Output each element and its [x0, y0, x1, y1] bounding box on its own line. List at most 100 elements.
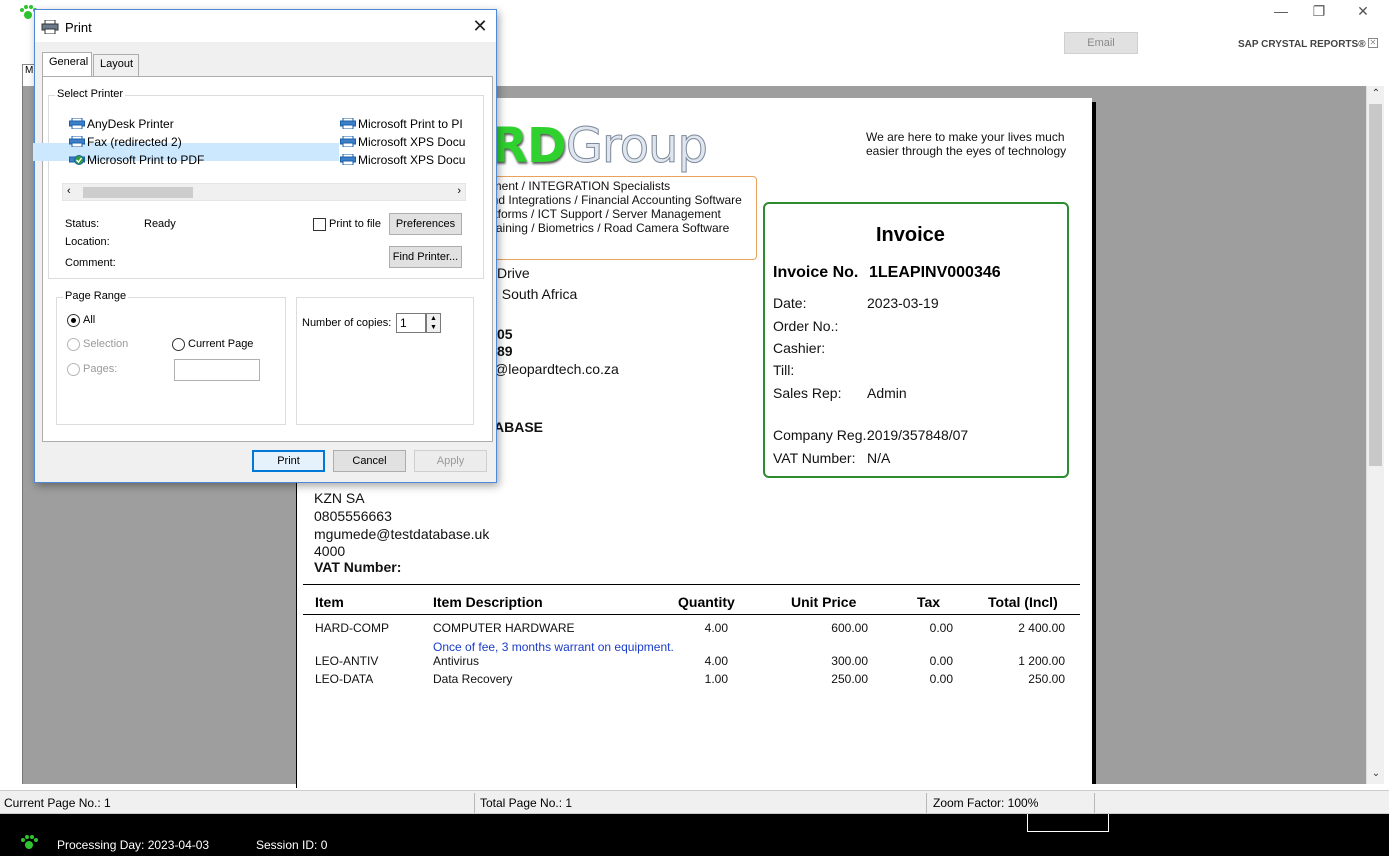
tab-general[interactable]: General: [42, 52, 92, 76]
copies-spinner[interactable]: ▲ ▼: [426, 313, 441, 333]
vat-number-value: N/A: [867, 450, 891, 466]
row-total: 250.00: [1028, 672, 1065, 686]
dialog-tabs: General Layout: [42, 52, 492, 76]
email-button[interactable]: Email: [1064, 32, 1138, 54]
row-quantity: 4.00: [704, 621, 728, 635]
row-quantity: 4.00: [704, 654, 728, 668]
service-line: pment / INTEGRATION Specialists: [485, 179, 671, 193]
dialog-title: Print: [65, 20, 92, 35]
printer-name: Microsoft Print to PDF: [87, 153, 205, 167]
customer-name: ABASE: [494, 419, 544, 435]
row-tax: 0.00: [929, 654, 953, 668]
row-item: HARD-COMP: [315, 621, 389, 635]
printer-name: Microsoft XPS Docu: [358, 153, 465, 167]
printer-icon: [340, 154, 356, 165]
scroll-left-icon[interactable]: ‹: [67, 185, 71, 197]
cancel-button[interactable]: Cancel: [333, 450, 406, 472]
scroll-thumb[interactable]: [83, 187, 193, 198]
date-value: 2023-03-19: [867, 295, 939, 311]
total-pages-status: Total Page No.: 1: [480, 796, 573, 810]
comment-label: Comment:: [65, 257, 116, 269]
company-reg-label: Company Reg.:: [773, 427, 871, 443]
dialog-close-icon[interactable]: ✕: [469, 16, 491, 37]
printer-list-scrollbar[interactable]: ‹ ›: [62, 183, 466, 201]
spin-down-icon[interactable]: ▼: [427, 323, 440, 332]
copies-input[interactable]: 1: [396, 313, 426, 333]
current-page-radio[interactable]: [172, 338, 185, 351]
header-item-description: Item Description: [433, 594, 543, 610]
all-pages-radio[interactable]: [67, 314, 80, 327]
company-email: @leopardtech.co.za: [494, 361, 619, 377]
header-unit-price: Unit Price: [791, 594, 857, 610]
scroll-up-icon[interactable]: ⌃: [1367, 86, 1385, 102]
company-phone2: 89: [497, 343, 513, 359]
print-button[interactable]: Print: [252, 450, 325, 472]
printer-item[interactable]: Microsoft XPS Docu: [340, 153, 465, 167]
vat-number-label: VAT Number:: [773, 450, 856, 466]
row-quantity: 1.00: [704, 672, 728, 686]
status-separator: [1094, 793, 1095, 813]
spin-up-icon[interactable]: ▲: [427, 314, 440, 323]
default-printer-icon: [69, 155, 85, 165]
scroll-thumb[interactable]: [1369, 104, 1382, 466]
printer-icon: [340, 118, 356, 129]
printer-icon: [41, 20, 59, 34]
copies-label: Number of copies:: [302, 317, 392, 329]
row-description: COMPUTER HARDWARE: [433, 621, 575, 635]
printer-item[interactable]: Fax (redirected 2): [69, 135, 182, 149]
row-unit-price: 600.00: [831, 621, 868, 635]
status-separator: [926, 793, 927, 813]
close-window-icon[interactable]: ✕: [1348, 3, 1378, 23]
selection-label: Selection: [83, 338, 129, 350]
row-description: Data Recovery: [433, 672, 513, 686]
printer-item[interactable]: AnyDesk Printer: [69, 117, 174, 131]
row-item: LEO-DATA: [315, 672, 374, 686]
print-to-file-checkbox[interactable]: [313, 218, 326, 231]
printer-name: AnyDesk Printer: [87, 117, 174, 131]
row-total: 1 200.00: [1018, 654, 1065, 668]
company-tagline: We are here to make your lives much easi…: [866, 130, 1067, 158]
printer-name: Fax (redirected 2): [87, 135, 182, 149]
preferences-button[interactable]: Preferences: [389, 213, 462, 235]
selection-radio[interactable]: [67, 338, 80, 351]
status-separator: [474, 793, 475, 813]
pages-radio[interactable]: [67, 363, 80, 376]
row-unit-price: 300.00: [831, 654, 868, 668]
sales-rep-label: Sales Rep:: [773, 385, 842, 401]
logo-text-part2: Group: [565, 118, 708, 175]
paw-logo-icon: [21, 835, 38, 849]
service-line: Training / Biometrics / Road Camera Soft…: [485, 221, 730, 235]
header-total: Total (Incl): [988, 594, 1058, 610]
row-note: Once of fee, 3 months warrant on equipme…: [433, 640, 674, 654]
status-value: Ready: [144, 218, 176, 230]
invoice-title: Invoice: [876, 224, 945, 246]
row-description: Antivirus: [433, 654, 480, 668]
tab-layout[interactable]: Layout: [93, 54, 139, 76]
location-label: Location:: [65, 236, 110, 248]
invoice-number-label: Invoice No.: [773, 264, 859, 281]
page-range-legend: Page Range: [63, 290, 129, 302]
printer-item-selected[interactable]: Microsoft Print to PDF: [69, 153, 204, 167]
company-phone1: 05: [497, 326, 513, 342]
company-address-line1: Drive: [497, 265, 530, 281]
current-page-label: Current Page: [188, 338, 254, 350]
company-logo: RDGroup: [491, 118, 708, 175]
pages-label: Pages:: [83, 363, 118, 375]
apply-button[interactable]: Apply: [414, 450, 487, 472]
restore-icon[interactable]: ❐: [1304, 3, 1334, 23]
scroll-down-icon[interactable]: ⌄: [1367, 766, 1385, 782]
status-label: Status:: [65, 218, 100, 230]
vertical-scrollbar[interactable]: ⌃ ⌄: [1366, 86, 1384, 784]
print-to-file-label: Print to file: [329, 218, 381, 230]
header-quantity: Quantity: [678, 594, 735, 610]
close-viewer-icon[interactable]: ✕: [1368, 38, 1378, 48]
sap-brand-label: SAP CRYSTAL REPORTS®: [1238, 39, 1366, 50]
service-line: latforms / ICT Support / Server Manageme…: [485, 207, 721, 221]
printer-item[interactable]: Microsoft XPS Docu: [340, 135, 465, 149]
minimize-icon[interactable]: —: [1266, 3, 1296, 23]
pages-input[interactable]: [174, 359, 260, 381]
find-printer-button[interactable]: Find Printer...: [389, 246, 462, 268]
printer-item[interactable]: Microsoft Print to PI: [340, 117, 465, 131]
printer-name: Microsoft Print to PI: [358, 117, 463, 131]
scroll-right-icon[interactable]: ›: [457, 185, 461, 197]
